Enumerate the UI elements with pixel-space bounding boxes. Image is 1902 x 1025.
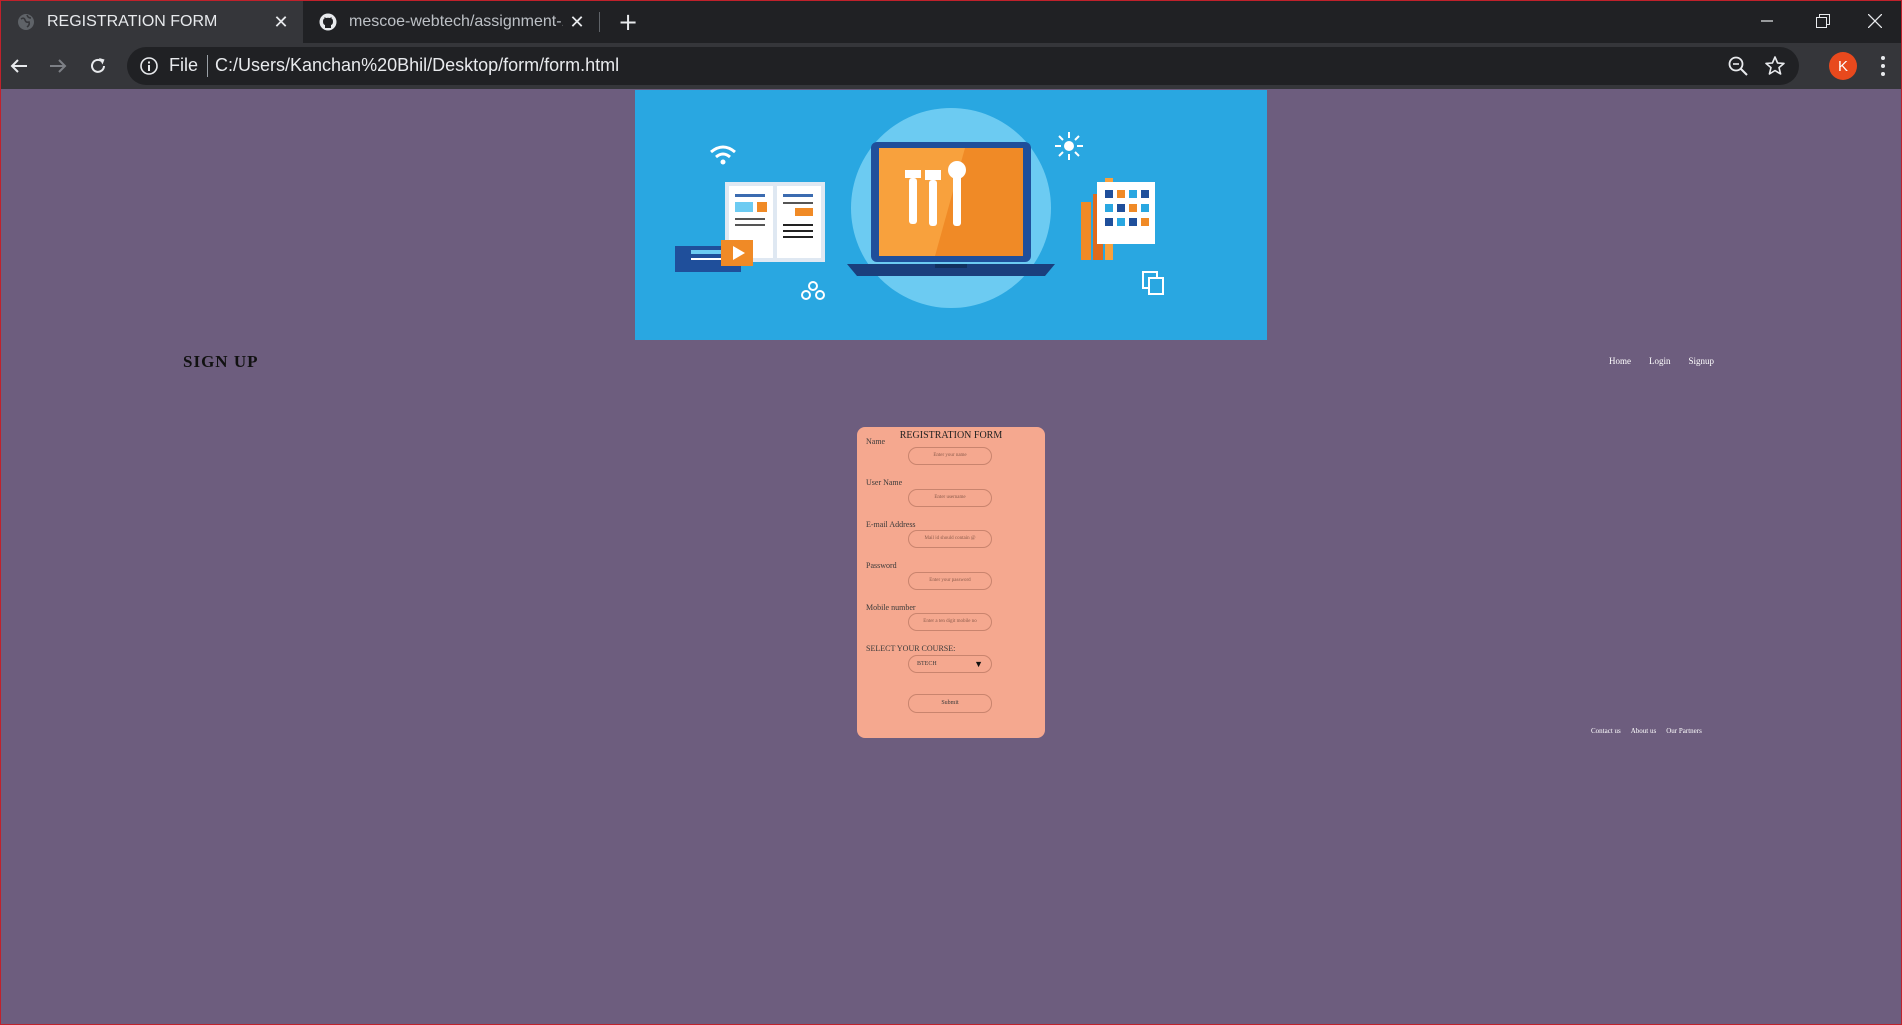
mobile-input[interactable]: Enter a ten digit mobile no	[908, 613, 992, 631]
dropdown-caret-icon: ▼	[974, 659, 983, 669]
minimize-icon[interactable]	[1739, 1, 1795, 41]
close-tab-icon[interactable]: ✕	[267, 8, 295, 36]
page-content: SIGN UP Home Login Signup REGISTRATION F…	[1, 89, 1901, 1024]
tab-strip: REGISTRATION FORM ✕ mescoe-webtech/assig…	[1, 1, 1901, 43]
forward-icon[interactable]	[43, 51, 73, 81]
reload-icon[interactable]	[83, 51, 113, 81]
form-title: REGISTRATION FORM	[899, 430, 1003, 441]
email-input[interactable]: Mail id should contain @	[908, 530, 992, 548]
browser-window: REGISTRATION FORM ✕ mescoe-webtech/assig…	[0, 0, 1902, 1025]
nav-link-home[interactable]: Home	[1609, 356, 1631, 366]
scheme-label: File	[169, 55, 199, 75]
registration-form: REGISTRATION FORM Name Enter your name U…	[857, 427, 1045, 738]
name-input[interactable]: Enter your name	[908, 447, 992, 465]
omnibox-divider	[207, 55, 208, 77]
globe-icon	[18, 14, 34, 30]
tab-title: mescoe-webtech/assignment-1-l	[349, 13, 563, 30]
footer-link-about[interactable]: About us	[1631, 727, 1656, 735]
footer-link-partners[interactable]: Our Partners	[1666, 727, 1702, 735]
info-icon[interactable]	[139, 56, 159, 76]
submit-button[interactable]: Submit	[908, 694, 992, 713]
password-input[interactable]: Enter your password	[908, 572, 992, 590]
github-icon	[319, 13, 337, 31]
url-text[interactable]: C:/Users/Kanchan%20Bhil/Desktop/form/for…	[215, 55, 619, 76]
username-label: User Name	[866, 478, 903, 487]
tab-title: REGISTRATION FORM	[47, 13, 218, 30]
footer-link-contact[interactable]: Contact us	[1591, 727, 1621, 735]
tab-separator	[599, 12, 600, 32]
bookmark-star-icon[interactable]	[1763, 54, 1787, 78]
restore-icon[interactable]	[1795, 1, 1851, 41]
banner-image	[635, 90, 1267, 340]
profile-avatar[interactable]: K	[1829, 52, 1857, 80]
username-input[interactable]: Enter username	[908, 489, 992, 507]
top-navigation: Home Login Signup	[1609, 356, 1714, 366]
back-icon[interactable]	[4, 51, 34, 81]
close-tab-icon[interactable]: ✕	[563, 8, 591, 36]
tab-registration-form[interactable]: REGISTRATION FORM ✕	[1, 1, 303, 43]
nav-link-login[interactable]: Login	[1649, 356, 1671, 366]
new-tab-icon[interactable]: +	[613, 7, 643, 37]
address-bar[interactable]: File C:/Users/Kanchan%20Bhil/Desktop/for…	[127, 47, 1799, 85]
banner-illustration	[675, 108, 1164, 308]
course-label: SELECT YOUR COURSE:	[866, 644, 956, 653]
course-select[interactable]: BTECH ▼	[908, 655, 992, 673]
page-heading: SIGN UP	[183, 352, 259, 371]
tab-github[interactable]: mescoe-webtech/assignment-1-l ✕	[303, 1, 599, 43]
email-label: E-mail Address	[866, 520, 916, 529]
zoom-icon[interactable]	[1727, 55, 1749, 77]
close-window-icon[interactable]	[1847, 1, 1901, 41]
course-selected-value: BTECH	[917, 661, 937, 667]
menu-icon[interactable]	[1871, 53, 1895, 79]
mobile-label: Mobile number	[866, 603, 916, 612]
nav-link-signup[interactable]: Signup	[1689, 356, 1715, 366]
browser-toolbar: File C:/Users/Kanchan%20Bhil/Desktop/for…	[1, 43, 1901, 89]
password-label: Password	[866, 561, 897, 570]
name-label: Name	[866, 437, 886, 446]
footer-links: Contact us About us Our Partners	[1591, 727, 1702, 735]
